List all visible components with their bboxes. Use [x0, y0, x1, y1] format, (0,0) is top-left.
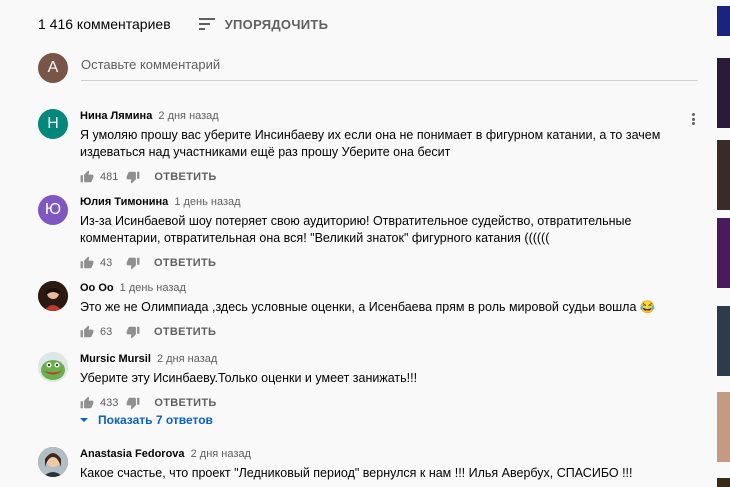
video-thumbnail[interactable] [717, 140, 730, 210]
comment-author[interactable]: Нина Лямина [80, 110, 152, 122]
show-replies-button[interactable]: Показать 7 ответов [80, 413, 213, 427]
thumb-down-icon[interactable] [126, 256, 140, 270]
comment-text: Какое счастье, что проект "Ледниковый пе… [80, 466, 633, 480]
video-thumbnail[interactable] [717, 478, 730, 487]
comment-item: Anastasia Fedorova 2 дня назад Какое сча… [38, 447, 703, 487]
avatar-image [38, 447, 68, 477]
comment-item: Н Нина Лямина 2 дня назад Я умоляю прошу… [38, 109, 703, 184]
video-thumbnail[interactable] [717, 306, 730, 376]
comment-time[interactable]: 2 дня назад [158, 110, 218, 122]
like-count: 481 [100, 171, 119, 183]
avatar[interactable] [38, 447, 68, 477]
video-thumbnail[interactable] [717, 392, 730, 462]
avatar-letter: Ю [44, 201, 62, 218]
related-videos-sidebar [705, 0, 730, 487]
thumb-up-icon[interactable] [80, 170, 94, 184]
thumb-up-icon[interactable] [80, 256, 94, 270]
comment-time[interactable]: 2 дня назад [191, 448, 251, 460]
more-vert-icon[interactable] [687, 111, 699, 127]
show-replies-label: Показать 7 ответов [98, 413, 213, 427]
thumb-up-icon[interactable] [80, 396, 94, 410]
avatar-image [38, 281, 68, 311]
add-comment-row: A Оставьте комментарий [38, 53, 698, 83]
arrow-down-icon [80, 418, 88, 422]
reply-button[interactable]: ОТВЕТИТЬ [154, 397, 216, 409]
reply-button[interactable]: ОТВЕТИТЬ [154, 171, 216, 183]
video-thumbnail[interactable] [717, 218, 730, 288]
comment-time[interactable]: 2 дня назад [157, 353, 217, 365]
avatar[interactable] [38, 281, 68, 311]
comment-author[interactable]: Юлия Тимонина [80, 196, 168, 208]
avatar[interactable]: Н [38, 109, 68, 139]
like-count: 43 [100, 257, 113, 269]
comment-text: Я умоляю прошу вас уберите Инсинбаеву их… [80, 128, 661, 159]
comment-item: Mursic Mursil 2 дня назад Уберите эту Ис… [38, 352, 703, 410]
reply-button[interactable]: ОТВЕТИТЬ [154, 326, 216, 338]
thumb-down-icon[interactable] [126, 325, 140, 339]
comment-author[interactable]: Anastasia Fedorova [80, 448, 185, 460]
comment-text: Это же не Олимпиада ,здесь условные оцен… [80, 300, 656, 314]
video-thumbnail[interactable] [717, 58, 730, 128]
video-thumbnail[interactable] [717, 6, 730, 36]
comments-count: 1 416 комментариев [38, 16, 171, 32]
comments-section: 1 416 комментариев УПОРЯДОЧИТЬ A Оставьт… [0, 0, 705, 487]
comment-item: Оо Оо 1 день назад Это же не Олимпиада ,… [38, 281, 703, 339]
avatar-letter: A [47, 59, 59, 76]
comment-author[interactable]: Mursic Mursil [80, 353, 151, 365]
thumb-down-icon[interactable] [126, 396, 140, 410]
avatar-letter: Н [47, 115, 59, 132]
like-count: 433 [100, 397, 119, 409]
sort-label: УПОРЯДОЧИТЬ [224, 16, 329, 32]
comment-text: Из-за Исинбаевой шоу потеряет свою аудит… [80, 214, 632, 245]
comments-header: 1 416 комментариев УПОРЯДОЧИТЬ [38, 14, 328, 34]
add-comment-input[interactable]: Оставьте комментарий [81, 55, 698, 81]
comment-time[interactable]: 1 день назад [174, 196, 240, 208]
avatar-image [38, 352, 68, 382]
sort-icon [198, 18, 215, 30]
reply-button[interactable]: ОТВЕТИТЬ [154, 257, 216, 269]
thumb-up-icon[interactable] [80, 325, 94, 339]
thumb-down-icon[interactable] [126, 170, 140, 184]
like-count: 63 [100, 326, 113, 338]
comment-time[interactable]: 1 день назад [120, 282, 186, 294]
comment-text: Уберите эту Исинбаеву.Только оценки и ум… [80, 371, 418, 385]
sort-button[interactable]: УПОРЯДОЧИТЬ [198, 16, 329, 32]
comment-author[interactable]: Оо Оо [80, 282, 114, 294]
avatar[interactable] [38, 352, 68, 382]
avatar: A [38, 53, 68, 83]
avatar[interactable]: Ю [38, 195, 68, 225]
comment-item: Ю Юлия Тимонина 1 день назад Из-за Исинб… [38, 195, 703, 270]
